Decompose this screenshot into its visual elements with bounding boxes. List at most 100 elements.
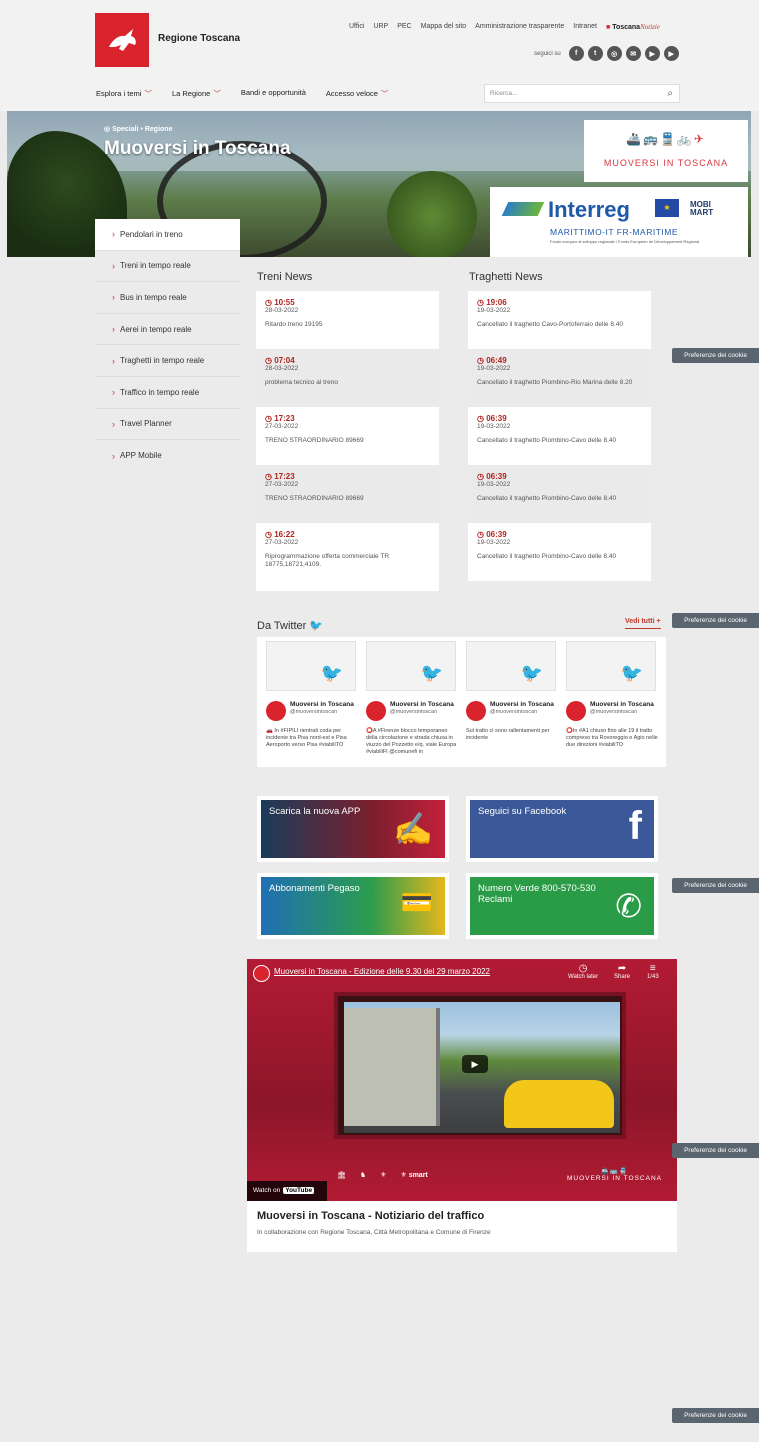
tweet-text: Sul tratto ci sono rallentamenti per inc… [466,728,550,741]
regione-toscana-logo[interactable] [95,13,149,67]
link-mappa-del-sito[interactable]: Mappa del sito [421,23,467,31]
sidebar-item-pendolari[interactable]: › Pendolari in treno [95,219,240,251]
nav-label: Bandi e opportunità [240,88,306,97]
avatar[interactable] [366,701,386,721]
news-message: TRENO STRAORDINARIO 89669 [265,437,364,444]
sidebar-item-traghetti[interactable]: › Traghetti in tempo reale [95,345,240,377]
download-app-tile[interactable]: Scarica la nuova APP ✍ [257,796,449,862]
avatar[interactable] [466,701,486,721]
tweet-handle[interactable]: @muoversintoscan [390,709,437,715]
tweet-author-name[interactable]: Muoversi in Toscana [390,701,454,708]
news-time-value: 06:39 [486,472,507,481]
link-toscana-notizie[interactable]: ■ ToscanaNotizie [606,23,660,31]
twitter-icon[interactable]: t [587,46,603,61]
sidebar-item-traffico[interactable]: › Traffico in tempo reale [95,377,240,409]
nav-esplora-i-temi[interactable]: Esplora i temi ﹀ [96,88,152,99]
video-title[interactable]: Muoversi in Toscana - Edizione delle 9.3… [274,967,490,976]
sidebar-item-label: Bus in tempo reale [120,292,187,302]
facebook-tile[interactable]: Seguici su Facebook f [466,796,658,862]
tweet-handle[interactable]: @muoversintoscan [590,709,637,715]
news-time: ◷ 10:55 [265,298,430,307]
cookie-preferences-button[interactable]: Preferenze dei cookie [672,1143,759,1158]
tweet-image-placeholder: 🐦 [466,641,556,691]
pegasus-icon [109,29,136,51]
news-date: 27-03-2022 [265,539,299,546]
news-time-value: 06:39 [486,530,507,539]
treni-news-item[interactable]: ◷ 17:23 27-03-2022 TRENO STRAORDINARIO 896… [256,465,439,523]
news-message: Cancellato il traghetto Piombino-Cavo de… [477,553,617,560]
tweet-handle[interactable]: @muoversintoscan [290,709,337,715]
traghetti-news-item[interactable]: ◷ 06:39 19-03-2022 Cancellato il traghetto… [468,523,651,581]
sidebar-item-travel-planner[interactable]: › Travel Planner [95,409,240,441]
chevron-down-icon: ﹀ [213,89,221,98]
clock-icon: ◷ [477,530,487,539]
link-pec[interactable]: PEC [397,23,411,31]
traghetti-news-item[interactable]: ◷ 19:06 19-03-2022 Cancellato il traghetto… [468,291,651,349]
share-button[interactable]: ➦ Share [614,963,630,980]
channel-avatar[interactable] [253,965,270,982]
treni-news-item[interactable]: ◷ 07:04 28-03-2022 problema tecnico al tre… [256,349,439,407]
cookie-preferences-button[interactable]: Preferenze dei cookie [672,1408,759,1423]
cookie-preferences-button[interactable]: Preferenze dei cookie [672,613,759,628]
instagram-icon[interactable]: ◎ [606,46,622,61]
link-uffici[interactable]: Uffici [349,23,364,31]
treni-news-item[interactable]: ◷ 10:55 28-03-2022 Ritardo treno 19195 [256,291,439,349]
search-input[interactable]: Ricerca... ⌕ [484,84,680,103]
tile-label: Abbonamenti Pegaso [269,883,360,894]
tweet-text: ⭕In #A1 chiuso fino alle 19 il tratto co… [566,728,658,748]
video-frame: ▶ [334,992,626,1139]
tweet-author-name[interactable]: Muoversi in Toscana [290,701,354,708]
see-all-link[interactable]: Vedi tutti + [625,618,661,629]
twitter-bird-icon: 🐦 [320,663,343,683]
watch-on-youtube-button[interactable]: Watch on YouTube [247,1181,327,1201]
avatar[interactable] [266,701,286,721]
tweet-author-name[interactable]: Muoversi in Toscana [590,701,654,708]
link-urp[interactable]: URP [373,23,388,31]
nav-la-regione[interactable]: La Regione ﹀ [172,88,221,99]
treni-news-item[interactable]: ◷ 17:23 27-03-2022 TRENO STRAORDINARIO 896… [256,407,439,465]
interreg-program: MARITTIMO-IT FR-MARITIME [550,227,678,237]
news-time: ◷ 06:39 [477,530,642,539]
clock-icon: ◷ [265,530,275,539]
traghetti-news-item[interactable]: ◷ 06:49 19-03-2022 Cancellato il traghetto… [468,349,651,407]
sidebar-item-label: Traghetti in tempo reale [120,356,205,366]
playlist-count: 1/43 [647,974,659,980]
youtube-video-player[interactable]: Muoversi in Toscana - Edizione delle 9.3… [247,959,677,1201]
tweet-card[interactable]: 🐦 Muoversi in Toscana @muoversintoscan ⭕In … [557,637,658,767]
site-name[interactable]: Regione Toscana [158,33,240,44]
facebook-icon[interactable]: f [568,46,584,61]
nav-bandi[interactable]: Bandi e opportunità [241,88,306,99]
traghetti-news-item[interactable]: ◷ 06:39 19-03-2022 Cancellato il traghetto… [468,407,651,465]
traghetti-news-item[interactable]: ◷ 06:39 19-03-2022 Cancellato il traghetto… [468,465,651,523]
sidebar-item-app-mobile[interactable]: › APP Mobile [95,440,240,472]
link-intranet[interactable]: Intranet [573,23,597,31]
news-date: 28-03-2022 [265,307,299,314]
tweet-author-name[interactable]: Muoversi in Toscana [490,701,554,708]
treni-news-item[interactable]: ◷ 16:22 27-03-2022 Riprogrammazione offert… [256,523,439,591]
youtube-icon[interactable]: ▶ [663,46,679,61]
playlist-button[interactable]: ≡ 1/43 [647,963,659,980]
flickr-icon[interactable]: ▶ [644,46,660,61]
sidebar-item-treni[interactable]: › Treni in tempo reale [95,251,240,283]
playlist-icon: ≡ [649,963,656,974]
news-time-value: 06:39 [486,414,507,423]
sidebar-item-aerei[interactable]: › Aerei in tempo reale [95,314,240,346]
nav-accesso-veloce[interactable]: Accesso veloce ﹀ [326,88,389,99]
play-icon[interactable]: ▶ [462,1055,488,1073]
numero-verde-tile[interactable]: Numero Verde 800-570-530 Reclami ✆ [466,873,658,939]
sidebar-item-bus[interactable]: › Bus in tempo reale [95,282,240,314]
tweet-card[interactable]: 🐦 Muoversi in Toscana @muoversintoscan ⭕A #… [357,637,457,767]
search-icon[interactable]: ⌕ [667,88,673,99]
cookie-preferences-button[interactable]: Preferenze dei cookie [672,348,759,363]
link-amministrazione-trasparente[interactable]: Amministrazione trasparente [475,23,564,31]
tweet-card[interactable]: 🐦 Muoversi in Toscana @muoversintoscan Sul … [457,637,557,767]
tweet-card[interactable]: 🐦 Muoversi in Toscana @muoversintoscan 🚗 In… [257,637,357,767]
avatar[interactable] [566,701,586,721]
cookie-preferences-button[interactable]: Preferenze dei cookie [672,878,759,893]
watch-later-button[interactable]: ◷ Watch later [568,963,598,980]
telegram-icon[interactable]: ✉ [625,46,641,61]
pegaso-tile[interactable]: Abbonamenti Pegaso 💳 [257,873,449,939]
kicker-text: Speciali • Regione [112,126,173,133]
tweet-handle[interactable]: @muoversintoscan [490,709,537,715]
news-time: ◷ 17:23 [265,414,430,423]
